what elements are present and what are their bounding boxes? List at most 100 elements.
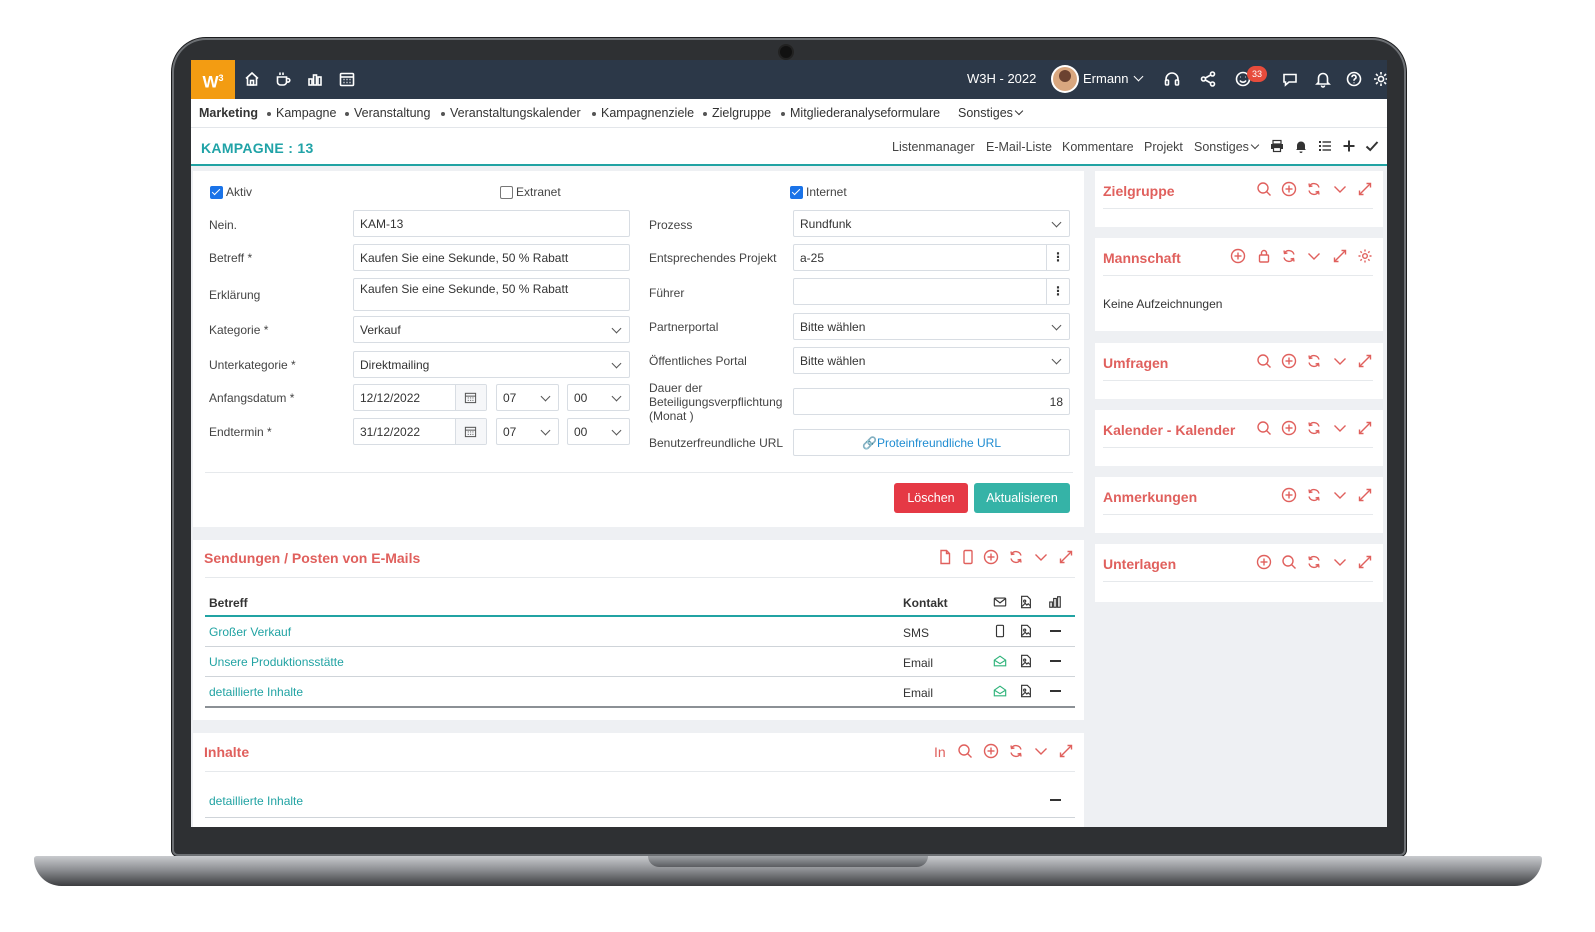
add-circle-icon[interactable] <box>1230 248 1246 264</box>
refresh-icon[interactable] <box>1008 743 1024 759</box>
chevron-down-icon[interactable] <box>1332 181 1348 197</box>
search-icon[interactable] <box>1281 554 1297 570</box>
nav-sonstiges[interactable]: Sonstiges <box>958 106 1024 120</box>
end-minute-select[interactable]: 00 <box>567 418 630 445</box>
expand-icon[interactable] <box>1332 248 1348 264</box>
calendar-icon[interactable] <box>338 70 356 88</box>
bell-icon[interactable] <box>1314 70 1332 88</box>
refresh-icon[interactable] <box>1306 181 1322 197</box>
document-icon[interactable] <box>937 549 953 565</box>
expand-icon[interactable] <box>1357 181 1373 197</box>
anfangsdatum-input[interactable]: 12/12/2022 <box>353 384 487 411</box>
gear-icon[interactable] <box>1357 248 1373 264</box>
url-link[interactable]: 🔗Proteinfreundliche URL <box>793 429 1070 456</box>
chart-icon[interactable] <box>306 70 324 88</box>
link-kommentare[interactable]: Kommentare <box>1062 140 1134 154</box>
refresh-icon[interactable] <box>1008 549 1024 565</box>
chevron-down-icon[interactable] <box>1332 420 1348 436</box>
chevron-down-icon[interactable] <box>1332 554 1348 570</box>
mail-open-icon[interactable] <box>993 654 1007 668</box>
nav-marketing[interactable]: Marketing <box>199 106 258 120</box>
kategorie-select[interactable]: Verkauf <box>353 316 630 343</box>
add-icon[interactable] <box>1342 139 1356 153</box>
nav-kampagne[interactable]: Kampagne <box>267 106 336 120</box>
search-icon[interactable] <box>1256 181 1272 197</box>
partnerportal-select[interactable]: Bitte wählen <box>793 313 1070 340</box>
endtermin-input[interactable]: 31/12/2022 <box>353 418 487 445</box>
help-icon[interactable] <box>1345 70 1363 88</box>
nav-veranstaltung[interactable]: Veranstaltung <box>345 106 430 120</box>
add-circle-icon[interactable] <box>983 549 999 565</box>
unterkategorie-select[interactable]: Direktmailing <box>353 351 630 378</box>
expand-icon[interactable] <box>1357 353 1373 369</box>
link-sonstiges[interactable]: Sonstiges <box>1194 140 1260 154</box>
add-circle-icon[interactable] <box>1281 181 1297 197</box>
remove-icon[interactable] <box>1050 690 1061 692</box>
chevron-down-icon[interactable] <box>1306 248 1322 264</box>
calendar-icon[interactable] <box>455 385 486 410</box>
anfang-minute-select[interactable]: 00 <box>567 384 630 411</box>
add-circle-icon[interactable] <box>1281 420 1297 436</box>
extranet-checkbox[interactable] <box>500 186 513 199</box>
nav-kampagnenziele[interactable]: Kampagnenziele <box>592 106 694 120</box>
dauer-input[interactable]: 18 <box>793 388 1070 415</box>
share-icon[interactable] <box>1199 70 1217 88</box>
erklaerung-textarea[interactable]: Kaufen Sie eine Sekunde, 50 % Rabatt <box>353 278 630 311</box>
remove-icon[interactable] <box>1050 660 1061 662</box>
row-subject[interactable]: detaillierte Inhalte <box>209 794 303 808</box>
lock-icon[interactable] <box>1256 248 1272 264</box>
chevron-down-icon[interactable] <box>1332 353 1348 369</box>
home-icon[interactable] <box>243 70 261 88</box>
expand-icon[interactable] <box>1058 743 1074 759</box>
list-icon[interactable] <box>1318 139 1332 153</box>
chevron-down-icon[interactable] <box>1033 549 1049 565</box>
link-listenmanager[interactable]: Listenmanager <box>892 140 975 154</box>
search-icon[interactable] <box>1256 420 1272 436</box>
mail-open-icon[interactable] <box>993 684 1007 698</box>
betreff-input[interactable]: Kaufen Sie eine Sekunde, 50 % Rabatt <box>353 244 630 271</box>
user-menu[interactable]: Ermann <box>1083 71 1144 86</box>
check-icon[interactable] <box>1365 139 1379 153</box>
refresh-icon[interactable] <box>1306 487 1322 503</box>
internet-checkbox[interactable] <box>790 186 803 199</box>
settings-icon[interactable] <box>1372 70 1387 88</box>
projekt-input[interactable]: a-25 ⋮ <box>793 244 1070 271</box>
expand-icon[interactable] <box>1357 420 1373 436</box>
calendar-icon[interactable] <box>455 419 486 444</box>
prozess-select[interactable]: Rundfunk <box>793 210 1070 237</box>
add-circle-icon[interactable] <box>1281 487 1297 503</box>
nav-mitgliederanalyseformulare[interactable]: Mitgliederanalyseformulare <box>781 106 940 120</box>
refresh-icon[interactable] <box>1306 554 1322 570</box>
add-circle-icon[interactable] <box>983 743 999 759</box>
search-icon[interactable] <box>1256 353 1272 369</box>
add-circle-icon[interactable] <box>1256 554 1272 570</box>
nav-veranstaltungskalender[interactable]: Veranstaltungskalender <box>441 106 581 120</box>
remove-icon[interactable] <box>1050 799 1061 801</box>
headset-icon[interactable] <box>1163 70 1181 88</box>
link-projekt[interactable]: Projekt <box>1144 140 1183 154</box>
refresh-icon[interactable] <box>1306 420 1322 436</box>
image-icon[interactable] <box>1019 624 1033 638</box>
update-button[interactable]: Aktualisieren <box>974 483 1070 513</box>
contents-prefix[interactable]: In <box>934 744 946 760</box>
bell-icon[interactable] <box>1294 139 1308 153</box>
expand-icon[interactable] <box>1058 549 1074 565</box>
image-icon[interactable] <box>1019 684 1033 698</box>
more-icon[interactable]: ⋮ <box>1046 245 1069 270</box>
nein-input[interactable]: KAM-13 <box>353 210 630 237</box>
end-hour-select[interactable]: 07 <box>496 418 559 445</box>
row-subject[interactable]: Großer Verkauf <box>209 625 291 639</box>
chevron-down-icon[interactable] <box>1033 743 1049 759</box>
remove-icon[interactable] <box>1050 630 1061 632</box>
phone-icon[interactable] <box>993 624 1007 638</box>
fuehrer-input[interactable]: ⋮ <box>793 278 1070 305</box>
refresh-icon[interactable] <box>1281 248 1297 264</box>
expand-icon[interactable] <box>1357 554 1373 570</box>
expand-icon[interactable] <box>1357 487 1373 503</box>
refresh-icon[interactable] <box>1306 353 1322 369</box>
search-icon[interactable] <box>957 743 973 759</box>
image-icon[interactable] <box>1019 654 1033 668</box>
oeffentlich-select[interactable]: Bitte wählen <box>793 347 1070 374</box>
more-icon[interactable]: ⋮ <box>1046 279 1069 304</box>
print-icon[interactable] <box>1270 139 1284 153</box>
